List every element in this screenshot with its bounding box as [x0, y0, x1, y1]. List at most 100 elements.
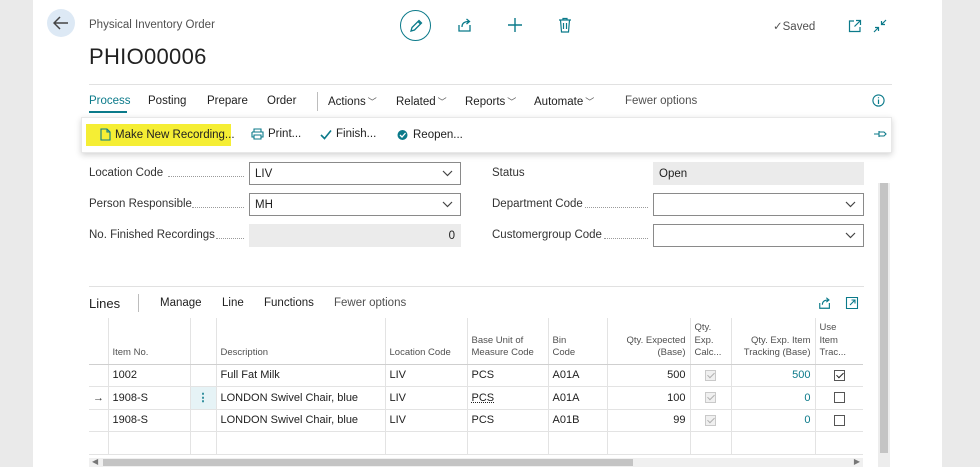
scroll-right-icon[interactable]: ▶: [854, 457, 860, 466]
reopen-button[interactable]: Reopen...: [396, 128, 463, 141]
column-header-qty-exp-tracking[interactable]: Qty. Exp. Item Tracking (Base): [731, 318, 816, 365]
checkbox-unchecked[interactable]: [833, 392, 845, 404]
column-header-qty-expected[interactable]: Qty. Expected (Base): [607, 318, 691, 365]
info-icon[interactable]: [872, 94, 885, 110]
cell-item-no[interactable]: 1908-S: [108, 409, 191, 432]
lines-fewer-options[interactable]: Fewer options: [334, 297, 406, 309]
cell-qty-exp-tracking[interactable]: 0: [731, 409, 816, 432]
edit-pencil-icon[interactable]: [400, 10, 431, 41]
column-header-qty-exp-calc[interactable]: Qty. Exp. Calc...: [690, 318, 732, 365]
finish-label: Finish...: [336, 128, 377, 140]
cell-use-item-tracking[interactable]: [815, 364, 863, 387]
column-header-bin-code[interactable]: Bin Code: [548, 318, 608, 365]
checkbox-checked[interactable]: [833, 369, 845, 381]
cell-bin-code[interactable]: A01A: [548, 386, 608, 410]
status-field: Open: [653, 162, 864, 185]
empty-cell: [607, 431, 691, 455]
lines-menu-functions[interactable]: Functions: [264, 297, 314, 309]
page-title: PHIO00006: [89, 44, 207, 69]
share-icon[interactable]: [455, 15, 475, 35]
menu-actions[interactable]: Actions ﹀: [328, 95, 377, 108]
pin-icon[interactable]: [873, 129, 887, 142]
menu-reports[interactable]: Reports ﹀: [465, 95, 516, 108]
field-leader-dots: [585, 207, 648, 208]
lines-menu-manage[interactable]: Manage: [160, 297, 202, 309]
customergroup-code-select[interactable]: [653, 224, 864, 247]
table-row-current[interactable]: → 1908-S ⋮ LONDON Swivel Chair, blue LIV…: [89, 386, 863, 410]
column-header-description[interactable]: Description: [216, 318, 386, 365]
cell-description[interactable]: LONDON Swivel Chair, blue: [216, 409, 386, 432]
cell-qty-expected: 100: [607, 386, 691, 410]
trash-icon[interactable]: [555, 15, 575, 35]
finish-button[interactable]: Finish...: [320, 128, 376, 140]
cell-location-code[interactable]: LIV: [385, 364, 468, 387]
chevron-down-icon: [442, 170, 453, 177]
cell-description[interactable]: Full Fat Milk: [216, 364, 386, 387]
checkbox-unchecked[interactable]: [833, 414, 845, 426]
menu-separator: [317, 92, 318, 111]
cell-item-no[interactable]: 1002: [108, 364, 191, 387]
row-actions-menu-icon[interactable]: ⋮: [190, 386, 217, 410]
cell-location-code[interactable]: LIV: [385, 386, 468, 410]
lines-menu-line[interactable]: Line: [222, 297, 244, 309]
scrollbar-thumb[interactable]: [103, 459, 633, 466]
cell-uom[interactable]: PCS: [467, 409, 549, 432]
cell-description[interactable]: LONDON Swivel Chair, blue: [216, 386, 386, 410]
scroll-left-icon[interactable]: ◀: [92, 457, 98, 466]
location-code-select[interactable]: LIV: [249, 162, 461, 185]
table-row[interactable]: 1002 Full Fat Milk LIV PCS A01A 500 500: [89, 364, 863, 387]
cell-use-item-tracking[interactable]: [815, 409, 863, 432]
menu-reports-label: Reports: [465, 96, 506, 108]
plus-icon[interactable]: [505, 15, 525, 35]
menu-automate-label: Automate: [534, 96, 584, 108]
empty-cell[interactable]: [216, 431, 386, 455]
cell-qty-exp-tracking[interactable]: 0: [731, 386, 816, 410]
person-responsible-select[interactable]: MH: [249, 193, 461, 216]
share-icon[interactable]: [818, 296, 832, 313]
column-header-location-code[interactable]: Location Code: [385, 318, 468, 365]
collapse-icon[interactable]: [870, 16, 890, 36]
scrollbar-thumb[interactable]: [880, 183, 888, 453]
tab-prepare[interactable]: Prepare: [207, 95, 248, 107]
empty-cell[interactable]: [108, 431, 191, 455]
empty-cell[interactable]: [548, 431, 608, 455]
cell-use-item-tracking[interactable]: [815, 386, 863, 410]
menu-automate[interactable]: Automate ﹀: [534, 95, 594, 108]
cell-location-code[interactable]: LIV: [385, 409, 468, 432]
empty-cell[interactable]: [467, 431, 549, 455]
lines-top-divider: [89, 286, 864, 287]
cell-item-no[interactable]: 1908-S: [108, 386, 191, 410]
checkbox-disabled-checked: [705, 392, 716, 404]
tab-process[interactable]: Process: [89, 95, 131, 107]
empty-cell: [89, 431, 109, 455]
open-new-window-icon[interactable]: [845, 16, 865, 36]
tab-posting[interactable]: Posting: [148, 95, 186, 107]
column-header-use-item-tracking[interactable]: Use Item Trac...: [815, 318, 863, 365]
chevron-down-icon: [845, 232, 856, 239]
empty-cell: [731, 431, 816, 455]
department-code-select[interactable]: [653, 193, 864, 216]
menu-related[interactable]: Related ﹀: [396, 95, 447, 108]
empty-cell: [190, 431, 217, 455]
empty-cell[interactable]: [385, 431, 468, 455]
field-leader-dots: [168, 176, 244, 177]
column-header-item-no[interactable]: Item No.: [108, 318, 191, 365]
cell-qty-exp-tracking[interactable]: 500: [731, 364, 816, 387]
cell-uom[interactable]: PCS: [467, 386, 549, 410]
cell-bin-code[interactable]: A01B: [548, 409, 608, 432]
make-new-recording-label: Make New Recording...: [115, 128, 235, 141]
cell-uom[interactable]: PCS: [467, 364, 549, 387]
horizontal-scrollbar[interactable]: ◀ ▶: [89, 457, 863, 467]
tab-order[interactable]: Order: [267, 95, 296, 107]
fewer-options-link[interactable]: Fewer options: [625, 95, 697, 107]
back-arrow-icon[interactable]: [47, 9, 75, 37]
page-caption: Physical Inventory Order: [89, 19, 215, 31]
table-row[interactable]: 1908-S LONDON Swivel Chair, blue LIV PCS…: [89, 409, 863, 432]
table-row-empty[interactable]: [89, 431, 863, 455]
cell-bin-code[interactable]: A01A: [548, 364, 608, 387]
make-new-recording-button[interactable]: Make New Recording...: [100, 128, 235, 141]
expand-icon[interactable]: [845, 296, 859, 313]
column-header-base-uom[interactable]: Base Unit of Measure Code: [467, 318, 549, 365]
print-button[interactable]: Print...: [251, 128, 301, 140]
page-scrollbar[interactable]: [878, 183, 890, 467]
